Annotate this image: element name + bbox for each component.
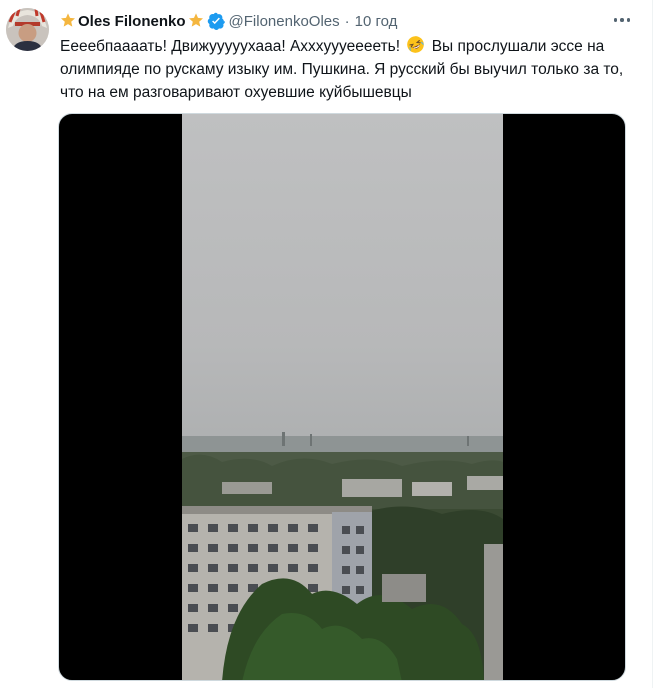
avatar[interactable] — [6, 8, 49, 51]
rolling-on-floor-laughing-emoji-icon — [406, 35, 425, 54]
tweet-text-part-1: Еееебпаааать! Движууууухааа! Ахххуууееее… — [60, 38, 401, 55]
star-icon — [188, 12, 204, 31]
verified-badge-icon — [207, 12, 225, 31]
tweet: Oles Filonenko @FilonenkoOles · 10 год Е… — [0, 0, 653, 688]
tweet-time[interactable]: 10 год — [355, 13, 398, 30]
video-frame[interactable] — [182, 114, 503, 681]
tweet-header: Oles Filonenko @FilonenkoOles · 10 год — [60, 10, 397, 32]
author-name[interactable]: Oles Filonenko — [78, 13, 186, 30]
author-handle[interactable]: @FilonenkoOles — [229, 13, 340, 30]
tweet-text: Еееебпаааать! Движууууухааа! Ахххуууееее… — [60, 35, 640, 104]
video-media[interactable] — [58, 113, 626, 681]
more-options-icon[interactable] — [610, 10, 634, 30]
star-icon — [60, 12, 76, 31]
separator-dot: · — [344, 12, 350, 30]
